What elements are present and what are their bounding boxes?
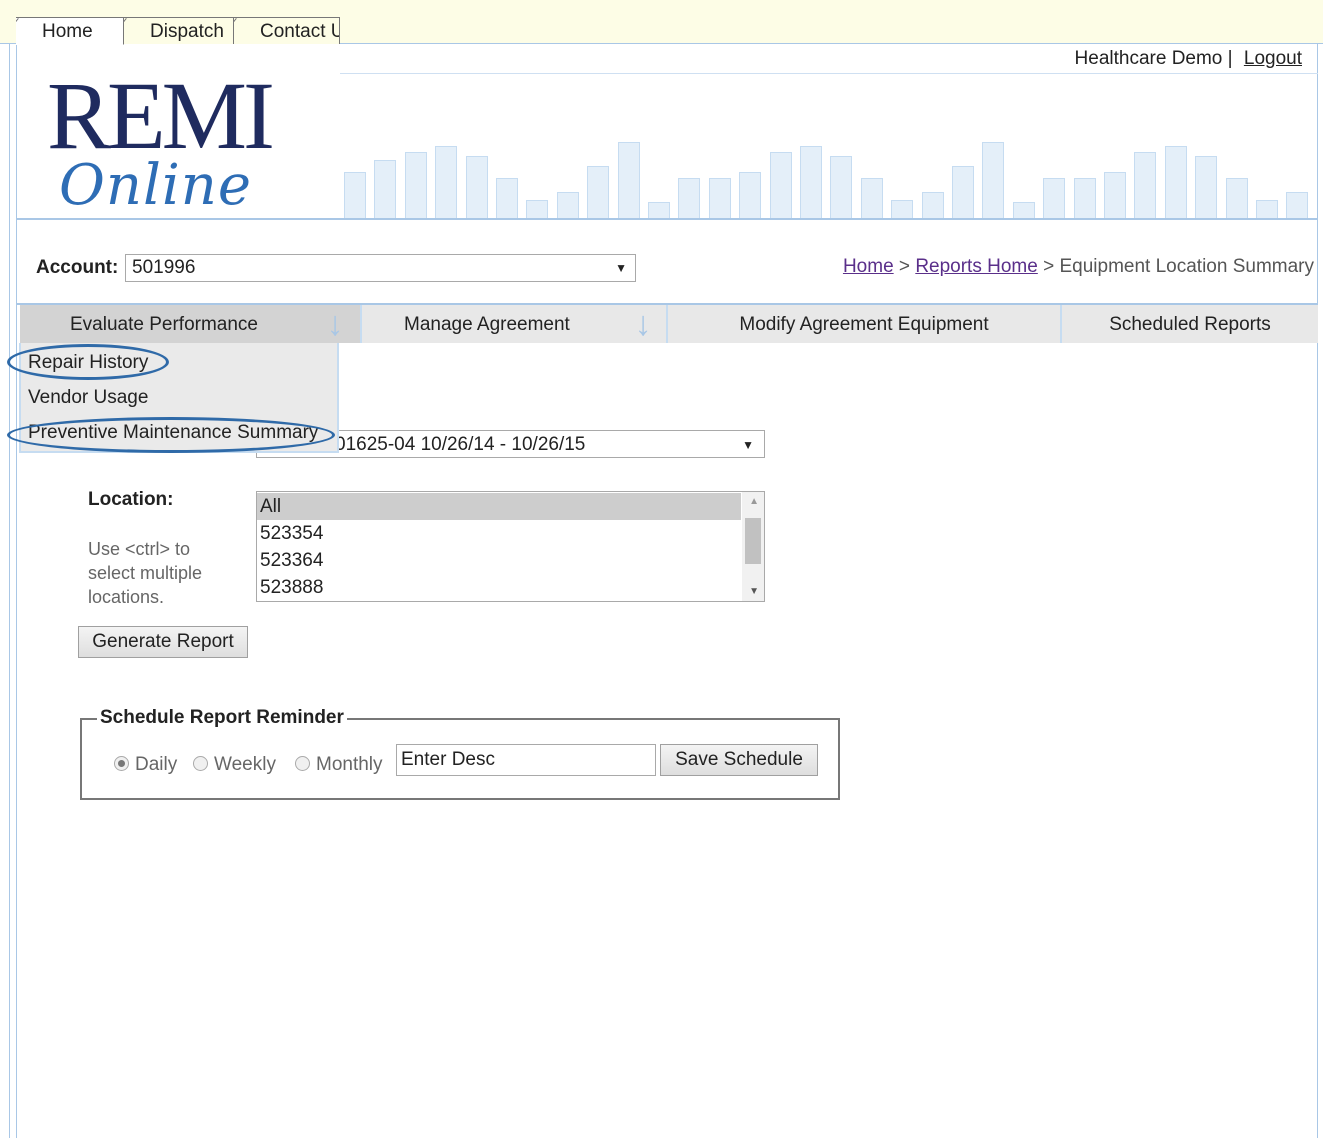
menu-evaluate-performance[interactable]: Evaluate Performance ↓: [20, 305, 362, 343]
decorative-bar: [617, 142, 640, 218]
decorative-bar: [921, 192, 944, 218]
decorative-bar: [648, 202, 670, 218]
menu-manage-agreement[interactable]: Manage Agreement ↓: [362, 305, 668, 343]
tab-home[interactable]: Home: [16, 17, 124, 45]
decorative-bar: [800, 146, 822, 218]
decorative-bar: [374, 160, 397, 218]
decorative-bar: [344, 172, 366, 218]
radio-weekly[interactable]: Weekly: [193, 754, 276, 776]
breadcrumb-current: Equipment Location Summary: [1059, 256, 1314, 277]
decorative-bar: [982, 142, 1005, 218]
decorative-bar: [1134, 152, 1157, 218]
decorative-bar: [435, 146, 458, 218]
decorative-bar: [404, 152, 427, 218]
remi-online-logo: REMI Online: [19, 46, 340, 220]
user-name: Healthcare Demo: [1074, 48, 1223, 69]
location-label: Location:: [88, 489, 174, 510]
radio-selected-icon: [114, 756, 129, 771]
location-hint: Use <ctrl> to select multiple locations.: [88, 539, 203, 607]
scroll-up-icon[interactable]: ▲: [749, 496, 759, 507]
location-scrollbar[interactable]: ▲ ▼: [742, 492, 764, 601]
account-select[interactable]: 501996 ▼: [125, 254, 636, 282]
header-top-divider: [340, 73, 1318, 74]
decorative-bar-graphic: [340, 80, 1318, 218]
decorative-bar: [1104, 172, 1126, 218]
decorative-bar: [1195, 156, 1218, 218]
location-option[interactable]: 523354: [257, 520, 741, 547]
user-area: Healthcare Demo | Logout: [1075, 48, 1302, 70]
frame-left-inner: [16, 44, 17, 1138]
decorative-bar: [678, 178, 701, 218]
dropdown-arrow-icon: ▼: [742, 438, 754, 452]
frame-left-outer: [9, 44, 10, 1138]
decorative-bar: [465, 156, 488, 218]
decorative-bar: [860, 178, 883, 218]
scroll-down-icon[interactable]: ▼: [749, 586, 759, 597]
decorative-bar: [526, 200, 549, 218]
top-tab-strip: Home Dispatch Contact U: [0, 0, 1323, 45]
breadcrumb-separator: >: [1043, 256, 1055, 277]
decorative-bar: [556, 192, 579, 218]
highlight-oval-repair-history: [7, 344, 169, 380]
user-separator: |: [1227, 48, 1233, 69]
schedule-description-input[interactable]: Enter Desc: [396, 744, 656, 776]
breadcrumb-home-link[interactable]: Home: [843, 256, 894, 277]
save-schedule-button[interactable]: Save Schedule: [660, 744, 818, 776]
decorative-bar: [1012, 202, 1035, 218]
agreement-value: 01625-04 10/26/14 - 10/26/15: [335, 434, 586, 455]
radio-daily[interactable]: Daily: [114, 754, 177, 776]
decorative-bar: [1225, 178, 1248, 218]
logo-online-text: Online: [59, 153, 253, 218]
menu-modify-agreement-equipment[interactable]: Modify Agreement Equipment: [668, 305, 1062, 343]
highlight-oval-preventive-maintenance: [7, 417, 335, 453]
decorative-bar: [1164, 146, 1187, 218]
decorative-bar: [952, 166, 974, 218]
decorative-bar: [708, 178, 731, 218]
header-divider: [16, 218, 1318, 220]
decorative-bar: [739, 172, 762, 218]
schedule-reminder-legend: Schedule Report Reminder: [97, 707, 347, 729]
menu-item-vendor-usage[interactable]: Vendor Usage: [28, 387, 148, 409]
main-menu-bar: Evaluate Performance ↓ Manage Agreement …: [20, 305, 1318, 343]
decorative-bar: [1043, 178, 1066, 218]
location-option[interactable]: 523364: [257, 547, 741, 574]
chevron-down-icon: ↓: [326, 305, 344, 343]
decorative-bar: [496, 178, 518, 218]
chevron-down-icon: ↓: [634, 305, 652, 343]
location-option[interactable]: All: [257, 493, 741, 520]
location-listbox[interactable]: All 523354 523364 523888 ▲ ▼: [256, 491, 765, 602]
radio-unselected-icon: [193, 756, 208, 771]
decorative-bar: [1256, 200, 1278, 218]
scrollbar-thumb[interactable]: [745, 518, 761, 564]
logout-link[interactable]: Logout: [1244, 48, 1302, 69]
logo-remi-text: REMI: [47, 62, 275, 169]
decorative-bar: [769, 152, 792, 218]
breadcrumb: Home > Reports Home > Equipment Location…: [843, 256, 1314, 278]
breadcrumb-reports-home-link[interactable]: Reports Home: [915, 256, 1038, 277]
radio-monthly[interactable]: Monthly: [295, 754, 383, 776]
tab-contact[interactable]: Contact U: [234, 17, 340, 44]
decorative-bar: [891, 200, 914, 218]
account-label: Account:: [36, 257, 119, 278]
generate-report-button[interactable]: Generate Report: [78, 626, 248, 658]
menu-scheduled-reports[interactable]: Scheduled Reports: [1062, 305, 1318, 343]
decorative-bar: [587, 166, 610, 218]
location-option[interactable]: 523888: [257, 574, 741, 601]
dropdown-arrow-icon: ▼: [615, 261, 627, 275]
decorative-bar: [1286, 192, 1309, 218]
tab-dispatch[interactable]: Dispatch: [124, 17, 234, 44]
decorative-bar: [1073, 178, 1096, 218]
account-value: 501996: [132, 257, 196, 278]
breadcrumb-separator: >: [898, 256, 911, 277]
radio-unselected-icon: [295, 756, 310, 771]
decorative-bar: [830, 156, 853, 218]
